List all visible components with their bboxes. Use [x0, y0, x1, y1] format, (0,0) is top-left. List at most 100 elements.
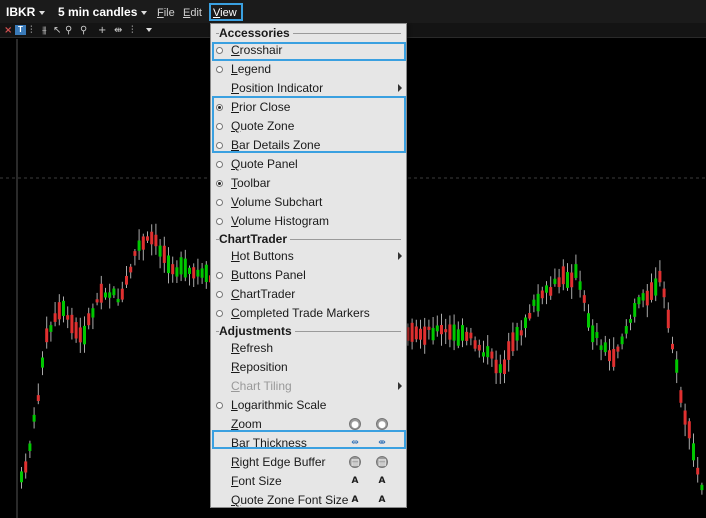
- menu-item-legend[interactable]: Legend: [212, 60, 407, 79]
- radio-unchecked-icon: [216, 66, 223, 73]
- menu-item-quote-panel[interactable]: Quote Panel: [212, 155, 407, 174]
- candle-up: [41, 357, 44, 368]
- bar-thickness-icon[interactable]: ⇹: [114, 25, 122, 36]
- candle-down: [683, 410, 687, 425]
- buffer-increase-icon[interactable]: ▤: [349, 456, 361, 468]
- menu-item-right-edge-buffer[interactable]: Right Edge Buffer ▤ ▤: [212, 453, 407, 472]
- candle-down: [192, 267, 196, 279]
- menu-item-volume-histogram[interactable]: Volume Histogram: [212, 212, 407, 231]
- radio-unchecked-icon: [216, 161, 223, 168]
- menu-item-quote-zone-font-size[interactable]: Quote Zone Font Size A A: [212, 491, 407, 510]
- menu-item-label: ChartTrader: [231, 287, 296, 301]
- font-increase-icon[interactable]: A: [349, 475, 361, 487]
- candle-down: [36, 395, 40, 401]
- thinner-bars-icon[interactable]: ⇼: [376, 437, 388, 449]
- menu-item-label: Refresh: [231, 341, 274, 355]
- candle-up: [49, 325, 53, 332]
- section-header-label: ChartTrader: [219, 232, 291, 246]
- menu-item-toolbar[interactable]: Toolbar: [212, 174, 407, 193]
- menu-item-quote-zone[interactable]: Quote Zone: [212, 117, 407, 136]
- candle-down: [528, 312, 532, 319]
- candle-down: [95, 299, 99, 303]
- candle-down: [423, 326, 427, 345]
- radio-unchecked-icon: [216, 47, 223, 54]
- menu-item-volume-subchart[interactable]: Volume Subchart: [212, 193, 407, 212]
- candle-up: [629, 319, 632, 323]
- chart-type-icon[interactable]: T: [15, 25, 26, 35]
- menu-item-completed-trade-markers[interactable]: Completed Trade Markers: [212, 304, 407, 323]
- zoom-out-icon[interactable]: ●: [376, 418, 388, 430]
- candle-down: [171, 264, 175, 275]
- candle-down: [444, 329, 448, 333]
- candle-up: [532, 299, 536, 306]
- candle-down: [666, 309, 670, 329]
- candle-down: [125, 275, 128, 285]
- menu-item-label: Chart Tiling: [231, 379, 292, 393]
- candle-up: [700, 484, 704, 491]
- menu-edit[interactable]: Edit: [183, 6, 202, 20]
- crosshair-icon[interactable]: +: [98, 25, 106, 36]
- menu-item-position-indicator[interactable]: Position Indicator: [212, 79, 407, 98]
- menu-item-charttrader[interactable]: ChartTrader: [212, 285, 407, 304]
- candle-down: [141, 236, 145, 250]
- menu-item-crosshair[interactable]: Crosshair: [212, 41, 407, 60]
- menu-item-hot-buttons[interactable]: Hot Buttons: [212, 247, 407, 266]
- quote-font-increase-icon[interactable]: A: [349, 494, 361, 506]
- candle-down: [440, 325, 443, 335]
- menu-item-zoom[interactable]: Zoom ● ●: [212, 415, 407, 434]
- menu-file[interactable]: File: [157, 6, 175, 20]
- chart-type-selector[interactable]: 5 min candles: [58, 5, 148, 19]
- candle-down: [410, 322, 414, 342]
- title-bar: IBKR 5 min candles File Edit View: [0, 0, 706, 23]
- bars-icon[interactable]: ⫶: [30, 25, 33, 36]
- menu-item-bar-details-zone[interactable]: Bar Details Zone: [212, 136, 407, 155]
- menu-item-label: Quote Zone Font Size: [231, 493, 349, 507]
- candle-up: [486, 346, 490, 358]
- symbol-selector[interactable]: IBKR: [6, 5, 46, 19]
- quote-font-decrease-icon[interactable]: A: [376, 494, 388, 506]
- menu-item-font-size[interactable]: Font Size A A: [212, 472, 407, 491]
- menu-item-label: Buttons Panel: [231, 268, 306, 282]
- bars-icon[interactable]: ⫵: [42, 25, 47, 36]
- menu-item-label: Logarithmic Scale: [231, 398, 327, 412]
- candle-up: [595, 332, 599, 338]
- menu-item-buttons-panel[interactable]: Buttons Panel: [212, 266, 407, 285]
- candle-up: [435, 325, 439, 332]
- candle-down: [612, 348, 616, 367]
- candle-up: [32, 414, 36, 422]
- candle-up: [515, 326, 519, 341]
- submenu-arrow-icon: [398, 84, 402, 92]
- candle-down: [465, 331, 469, 341]
- submenu-arrow-icon: [398, 252, 402, 260]
- menu-item-label: Right Edge Buffer: [231, 455, 326, 469]
- candle-down: [687, 421, 691, 439]
- close-icon[interactable]: ×: [4, 25, 12, 36]
- menu-item-label: Quote Zone: [231, 119, 295, 133]
- font-decrease-icon[interactable]: A: [376, 475, 388, 487]
- zoom-in-icon[interactable]: ●: [349, 418, 361, 430]
- candle-down: [473, 340, 477, 349]
- menu-item-reposition[interactable]: Reposition: [212, 358, 407, 377]
- zoom-in-icon[interactable]: ⚲: [65, 25, 72, 36]
- bars-icon[interactable]: ⫶: [131, 25, 134, 36]
- candle-down: [608, 350, 611, 362]
- candle-down: [582, 295, 586, 303]
- candle-up: [183, 258, 187, 278]
- menu-item-logarithmic-scale[interactable]: Logarithmic Scale: [212, 396, 407, 415]
- chart-type-label: 5 min candles: [58, 5, 138, 19]
- candle-up: [167, 255, 170, 274]
- thicker-bars-icon[interactable]: ⇹: [349, 437, 361, 449]
- candle-down: [53, 313, 57, 322]
- section-header-label: Accessories: [219, 26, 293, 40]
- pointer-icon[interactable]: ↖: [53, 25, 61, 36]
- section-header-label: Adjustments: [219, 324, 295, 338]
- candle-down: [557, 277, 561, 288]
- zoom-out-icon[interactable]: ⚲: [80, 25, 87, 36]
- candle-down: [679, 390, 683, 403]
- buffer-decrease-icon[interactable]: ▤: [376, 456, 388, 468]
- dropdown-icon[interactable]: [146, 28, 152, 32]
- candle-up: [431, 327, 435, 341]
- menu-item-bar-thickness[interactable]: Bar Thickness ⇹ ⇼: [212, 434, 407, 453]
- menu-item-refresh[interactable]: Refresh: [212, 339, 407, 358]
- menu-item-prior-close[interactable]: Prior Close: [212, 98, 407, 117]
